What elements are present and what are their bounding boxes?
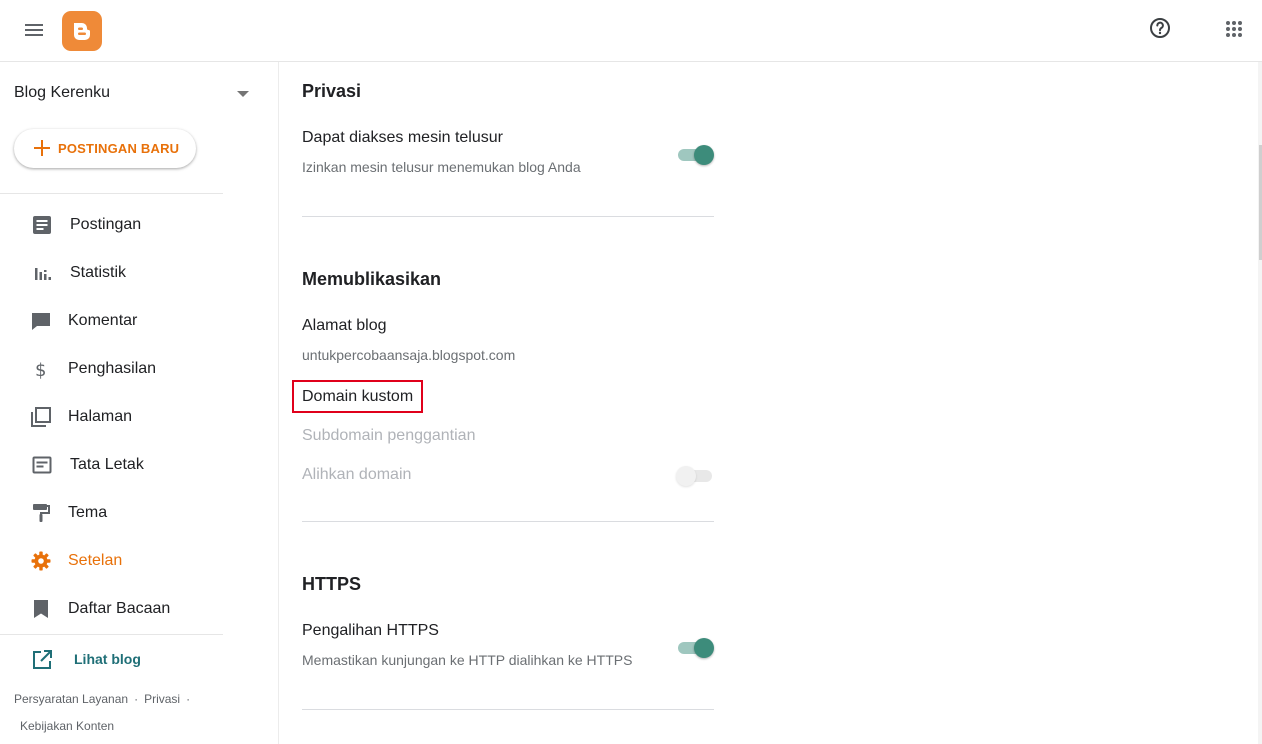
pages-icon [29, 405, 53, 429]
sidebar-item-tata-letak[interactable]: Tata Letak [0, 445, 260, 485]
sidebar-divider [0, 634, 223, 635]
blog-selector-dropdown[interactable]: Blog Kerenku [14, 82, 254, 106]
posts-icon [30, 213, 54, 237]
view-blog-link[interactable]: Lihat blog [0, 644, 223, 674]
new-post-button[interactable]: POSTINGAN BARU [14, 129, 196, 168]
content-policy-link[interactable]: Kebijakan Konten [20, 719, 114, 733]
sidebar-item-label: Komentar [68, 312, 138, 329]
toggle-knob [694, 638, 714, 658]
sidebar-item-label: Postingan [70, 216, 142, 233]
https-redirect-setting-subtitle: Memastikan kunjungan ke HTTP dialihkan k… [302, 652, 633, 668]
sidebar-item-komentar[interactable]: Komentar [0, 301, 260, 341]
sidebar-item-postingan[interactable]: Postingan [0, 205, 260, 245]
sidebar-item-label: Tata Letak [70, 456, 144, 473]
sidebar-item-penghasilan[interactable]: $ Penghasilan [0, 349, 260, 389]
open-in-new-icon [30, 648, 54, 672]
blogger-logo-icon[interactable] [62, 11, 102, 51]
top-app-bar [0, 0, 1262, 62]
redirect-domain-setting-title: Alihkan domain [302, 466, 412, 483]
hamburger-menu-icon[interactable] [22, 18, 46, 42]
chevron-down-icon [237, 91, 249, 97]
toggle-knob [694, 145, 714, 165]
dollar-icon: $ [29, 357, 53, 381]
blog-address-setting[interactable]: Alamat blog [302, 317, 387, 335]
section-title-https: HTTPS [302, 574, 362, 594]
privacy-link[interactable]: Privasi [144, 692, 180, 706]
new-post-label: POSTINGAN BARU [58, 141, 180, 156]
redirect-domain-toggle[interactable] [676, 464, 716, 488]
sidebar-item-label: Penghasilan [68, 360, 157, 377]
sidebar-item-label: Setelan [68, 552, 123, 569]
bookmark-icon [29, 597, 53, 621]
search-engine-setting-subtitle: Izinkan mesin telusur menemukan blog And… [302, 159, 581, 175]
section-title-publishing: Memublikasikan [302, 269, 442, 289]
comment-icon [29, 309, 53, 333]
sidebar-item-label: Tema [68, 504, 108, 521]
sidebar-item-label: Statistik [70, 264, 127, 281]
section-divider [302, 521, 714, 522]
https-redirect-setting-title: Pengalihan HTTPS [302, 622, 439, 639]
separator: · [134, 692, 139, 706]
apps-grid-icon[interactable] [1222, 17, 1246, 41]
terms-link[interactable]: Persyaratan Layanan [14, 692, 128, 706]
plus-icon [34, 140, 50, 156]
stats-icon [30, 261, 54, 285]
section-title-privacy: Privasi [302, 81, 362, 101]
section-divider [302, 216, 714, 217]
blog-name: Blog Kerenku [14, 84, 111, 101]
help-circle-icon[interactable] [1148, 16, 1172, 40]
https-redirect-toggle[interactable] [676, 636, 716, 660]
sidebar-item-tema[interactable]: Tema [0, 493, 260, 533]
sidebar-item-setelan[interactable]: Setelan [0, 541, 260, 581]
custom-domain-setting[interactable]: Domain kustom [302, 388, 413, 406]
separator: · [186, 692, 191, 706]
footer-links: Persyaratan Layanan · Privasi · Kebijakan K… [14, 686, 214, 740]
svg-text:$: $ [35, 360, 46, 381]
view-blog-label: Lihat blog [74, 651, 141, 667]
search-engine-setting-title: Dapat diakses mesin telusur [302, 129, 503, 146]
sidebar-item-halaman[interactable]: Halaman [0, 397, 260, 437]
layout-icon [30, 453, 54, 477]
blog-address-value: untukpercobaansaja.blogspot.com [302, 347, 516, 363]
gear-icon [29, 549, 53, 573]
paint-roller-icon [29, 501, 53, 525]
sidebar-item-label: Daftar Bacaan [68, 600, 171, 617]
section-divider [302, 709, 714, 710]
toggle-knob [676, 466, 696, 486]
search-engine-toggle[interactable] [676, 143, 716, 167]
sidebar-item-statistik[interactable]: Statistik [0, 253, 260, 293]
sidebar: Blog Kerenku POSTINGAN BARU Postingan St… [0, 62, 279, 744]
sidebar-item-daftar-bacaan[interactable]: Daftar Bacaan [0, 589, 260, 629]
sidebar-item-label: Halaman [68, 408, 133, 425]
sidebar-divider [0, 193, 223, 194]
fallback-subdomain-setting: Subdomain penggantian [302, 427, 476, 444]
